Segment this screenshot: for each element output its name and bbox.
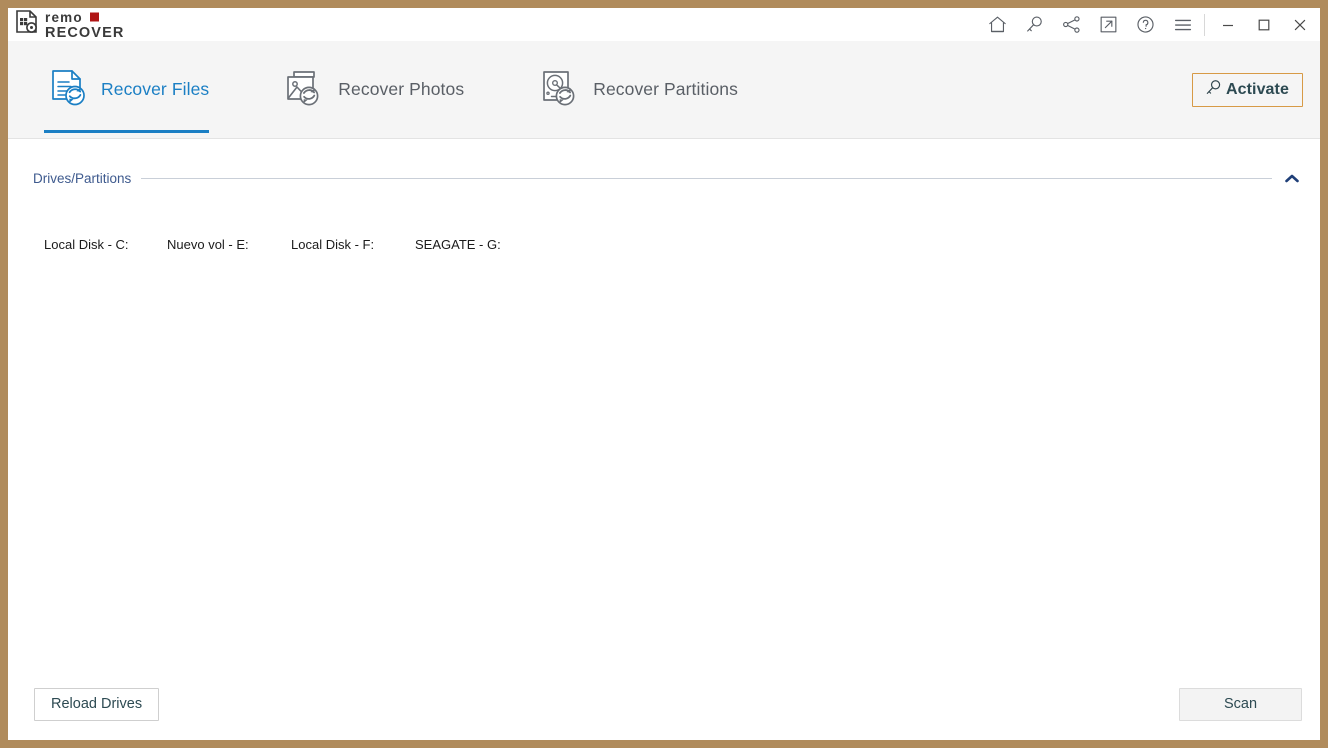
hamburger-menu-icon[interactable] [1164, 8, 1201, 41]
drive-label: Nuevo vol - E: [167, 237, 249, 252]
footer-bar: Reload Drives Scan [8, 668, 1320, 740]
maximize-button[interactable] [1246, 8, 1282, 41]
logo-text-recover: RECOVER [45, 25, 124, 40]
drive-label: Local Disk - F: [291, 237, 374, 252]
minimize-button[interactable] [1210, 8, 1246, 41]
app-logo-wordmark: remo RECOVER [45, 10, 153, 40]
drive-label: SEAGATE - G: [415, 237, 501, 252]
main-content-area: Drives/Partitions Local Disk - C: Nuevo … [8, 139, 1320, 740]
section-title: Drives/Partitions [33, 171, 131, 186]
drive-item[interactable]: Local Disk - C: [42, 235, 165, 254]
section-divider [141, 178, 1272, 179]
activate-button[interactable]: Activate [1192, 73, 1303, 107]
help-icon[interactable] [1127, 8, 1164, 41]
close-button[interactable] [1282, 8, 1318, 41]
title-bar: remo RECOVER [8, 8, 1320, 41]
titlebar-actions [979, 8, 1320, 41]
tab-label: Recover Partitions [593, 79, 738, 100]
drive-item[interactable]: Local Disk - F: [289, 235, 413, 254]
harddisk-refresh-icon [536, 65, 582, 111]
external-link-icon[interactable] [1090, 8, 1127, 41]
key-icon [1204, 78, 1223, 102]
tab-recover-files[interactable]: Recover Files [44, 41, 233, 138]
tab-label: Recover Files [101, 79, 209, 100]
titlebar-separator [1204, 14, 1205, 36]
main-tab-bar: Recover Files Recove [8, 41, 1320, 139]
key-icon[interactable] [1016, 8, 1053, 41]
drive-item[interactable]: SEAGATE - G: [413, 235, 537, 254]
tab-label: Recover Photos [338, 79, 464, 100]
reload-drives-button[interactable]: Reload Drives [34, 688, 159, 721]
document-refresh-icon [44, 65, 90, 111]
drive-label: Local Disk - C: [44, 237, 129, 252]
chevron-up-icon[interactable] [1282, 169, 1302, 187]
photo-refresh-icon [281, 65, 327, 111]
app-logo: remo RECOVER [14, 9, 153, 40]
activate-label: Activate [1226, 81, 1289, 99]
logo-text-remo: remo [45, 10, 83, 25]
home-icon[interactable] [979, 8, 1016, 41]
remo-logo-mark-icon [14, 9, 40, 40]
drives-section-header: Drives/Partitions [8, 169, 1320, 187]
tab-recover-photos[interactable]: Recover Photos [281, 41, 488, 138]
share-icon[interactable] [1053, 8, 1090, 41]
window-inner: remo RECOVER [8, 8, 1320, 740]
drives-list: Local Disk - C: Nuevo vol - E: Local Dis… [8, 235, 1320, 254]
scan-button[interactable]: Scan [1179, 688, 1302, 721]
drive-item[interactable]: Nuevo vol - E: [165, 235, 289, 254]
application-window: remo RECOVER [0, 0, 1328, 748]
tab-recover-partitions[interactable]: Recover Partitions [536, 41, 762, 138]
